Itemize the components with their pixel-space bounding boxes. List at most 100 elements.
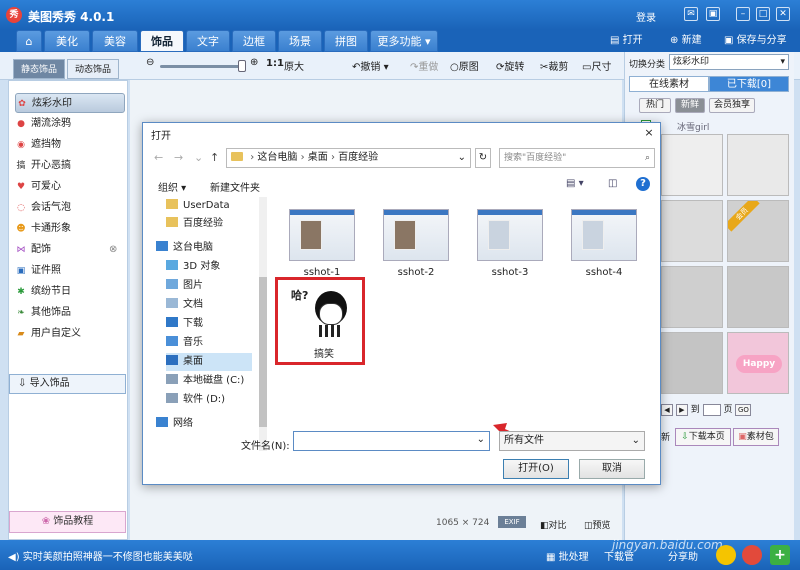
original-size-button[interactable]: 原大: [284, 58, 304, 73]
material-library-button[interactable]: ▣素材包: [733, 428, 779, 446]
redo-button[interactable]: ↷重做: [410, 58, 438, 73]
go-button[interactable]: GO: [735, 403, 752, 416]
refresh-icon[interactable]: ↻: [475, 148, 491, 168]
material-thumb[interactable]: 会员: [727, 200, 789, 262]
nav-item-baidu[interactable]: 百度经验: [166, 215, 266, 233]
save-share-button[interactable]: ▣ 保存与分享: [724, 32, 787, 50]
nav-item-desktop[interactable]: 桌面: [166, 353, 252, 371]
material-thumb[interactable]: [727, 134, 789, 196]
filetype-select[interactable]: 所有文件 ⌄: [499, 431, 645, 451]
search-input[interactable]: 搜索"百度经验" ⌕: [499, 148, 655, 168]
rotate-button[interactable]: ⟳旋转: [496, 58, 524, 73]
file-item[interactable]: sshot-1: [283, 205, 363, 285]
chip-vip[interactable]: 会员独享: [709, 98, 755, 113]
sidebar-item-color-watermark[interactable]: ✿ 炫彩水印: [15, 93, 125, 113]
nav-item-documents[interactable]: 文档: [166, 296, 266, 314]
nav-scrollbar[interactable]: [259, 197, 267, 451]
tab-beauty[interactable]: 美容: [92, 30, 138, 52]
nav-item-network[interactable]: 网络: [156, 415, 256, 433]
nav-item-3d[interactable]: 3D 对象: [166, 258, 266, 276]
sidebar-item-cover[interactable]: ◉ 遮挡物: [15, 135, 125, 155]
tab-more-features[interactable]: 更多功能 ▾: [370, 30, 438, 52]
crop-button[interactable]: ✂裁剪: [540, 58, 568, 73]
tab-border[interactable]: 边框: [232, 30, 276, 52]
maximize-button[interactable]: □: [756, 7, 770, 21]
zoom-slider[interactable]: [160, 65, 244, 68]
dialog-open-button[interactable]: 打开(O): [503, 459, 569, 479]
material-thumb[interactable]: [661, 332, 723, 394]
sidebar-item-festival[interactable]: ✱ 缤纷节日: [15, 282, 125, 302]
material-thumb[interactable]: [727, 266, 789, 328]
filename-input[interactable]: ⌄: [293, 431, 490, 451]
chevron-down-icon[interactable]: ⌄: [458, 149, 466, 167]
nav-item-userdata[interactable]: UserData: [166, 197, 266, 215]
home-icon[interactable]: ⌂: [16, 30, 42, 52]
import-decoration-button[interactable]: ⇩ 导入饰品: [9, 374, 126, 394]
chip-hot[interactable]: 热门: [639, 98, 671, 113]
prev-page-icon[interactable]: ◀: [661, 403, 673, 416]
login-link[interactable]: 登录: [636, 9, 656, 24]
tab-collage[interactable]: 拼图: [324, 30, 368, 52]
weibo-icon[interactable]: [742, 545, 762, 565]
tab-text[interactable]: 文字: [186, 30, 230, 52]
sidebar-item-funny[interactable]: 搞开心恶搞: [15, 156, 125, 176]
breadcrumb[interactable]: › 这台电脑 › 桌面 › 百度经验 ⌄: [226, 148, 471, 168]
tab-scene[interactable]: 场景: [278, 30, 322, 52]
breadcrumb-this-pc[interactable]: 这台电脑: [257, 152, 297, 163]
qzone-icon[interactable]: [716, 545, 736, 565]
zoom-out-icon[interactable]: ⊖: [146, 57, 154, 68]
tab-static-decorations[interactable]: 静态饰品: [13, 59, 65, 79]
message-icon[interactable]: ✉: [684, 7, 698, 21]
decoration-tutorial-button[interactable]: ❀ 饰品教程: [9, 511, 126, 533]
exif-button[interactable]: EXIF: [498, 516, 526, 528]
nav-item-pictures[interactable]: 图片: [166, 277, 266, 295]
undo-button[interactable]: ↶撤销 ▾: [352, 58, 389, 73]
up-arrow-icon[interactable]: ↑: [210, 151, 219, 164]
sidebar-item-graffiti[interactable]: ● 潮流涂鸦: [15, 114, 125, 134]
preview-button[interactable]: ◫预览: [584, 518, 611, 531]
page-input[interactable]: [702, 403, 721, 416]
tab-dynamic-decorations[interactable]: 动态饰品: [67, 59, 119, 79]
chip-new[interactable]: 新鲜: [675, 98, 705, 113]
tab-online-material[interactable]: 在线素材: [629, 76, 709, 92]
file-item[interactable]: sshot-2: [377, 205, 457, 285]
next-page-icon[interactable]: ▶: [675, 403, 688, 416]
dialog-cancel-button[interactable]: 取消: [579, 459, 645, 479]
original-button[interactable]: ○原图: [450, 58, 479, 73]
settings-icon[interactable]: ▣: [706, 7, 720, 21]
sidebar-item-id-photo[interactable]: ▣ 证件照: [15, 261, 125, 281]
breadcrumb-baidu[interactable]: 百度经验: [338, 152, 378, 163]
download-page-button[interactable]: ⇩下载本页: [675, 428, 731, 446]
nav-item-music[interactable]: 音乐: [166, 334, 266, 352]
sidebar-item-custom[interactable]: ▰ 用户自定义: [15, 324, 125, 344]
batch-button[interactable]: ▦ 批处理: [546, 548, 589, 563]
file-item[interactable]: sshot-4: [565, 205, 645, 285]
category-select[interactable]: 炫彩水印 ▾: [669, 54, 789, 70]
zoom-ratio-button[interactable]: 1:1: [266, 58, 284, 69]
open-button[interactable]: ▤ 打开: [610, 32, 643, 50]
organize-button[interactable]: 组织 ▾: [158, 179, 186, 194]
material-thumb[interactable]: [661, 200, 723, 262]
nav-item-this-pc[interactable]: 这台电脑: [156, 239, 256, 257]
preview-pane-icon[interactable]: ◫: [608, 178, 617, 189]
nav-item-local-disk[interactable]: 本地磁盘 (C:): [166, 372, 266, 390]
nav-item-downloads[interactable]: 下载: [166, 315, 266, 333]
nav-item-software-disk[interactable]: 软件 (D:): [166, 391, 266, 409]
nav-scrollbar-thumb[interactable]: [259, 277, 267, 427]
forward-arrow-icon[interactable]: →: [174, 151, 183, 164]
file-item[interactable]: sshot-3: [471, 205, 551, 285]
tab-beautify[interactable]: 美化: [44, 30, 90, 52]
zoom-slider-handle[interactable]: [238, 60, 246, 72]
resize-button[interactable]: ▭尺寸: [582, 58, 611, 73]
file-item-funny[interactable]: 哈? 搞笑: [275, 277, 373, 367]
dialog-close-button[interactable]: ×: [642, 126, 656, 140]
sidebar-item-cartoon[interactable]: ☻ 卡通形象: [15, 219, 125, 239]
view-mode-icon[interactable]: ▤ ▾: [566, 178, 584, 189]
material-thumb[interactable]: [661, 266, 723, 328]
sidebar-item-bubble[interactable]: ◌ 会话气泡: [15, 198, 125, 218]
material-thumb[interactable]: Happy: [727, 332, 789, 394]
sidebar-item-other[interactable]: ❧ 其他饰品: [15, 303, 125, 323]
chevron-down-icon[interactable]: ⌄: [477, 434, 485, 445]
sidebar-item-accessories[interactable]: ⋈ 配饰 ⊗: [15, 240, 125, 260]
back-arrow-icon[interactable]: ←: [154, 151, 163, 164]
